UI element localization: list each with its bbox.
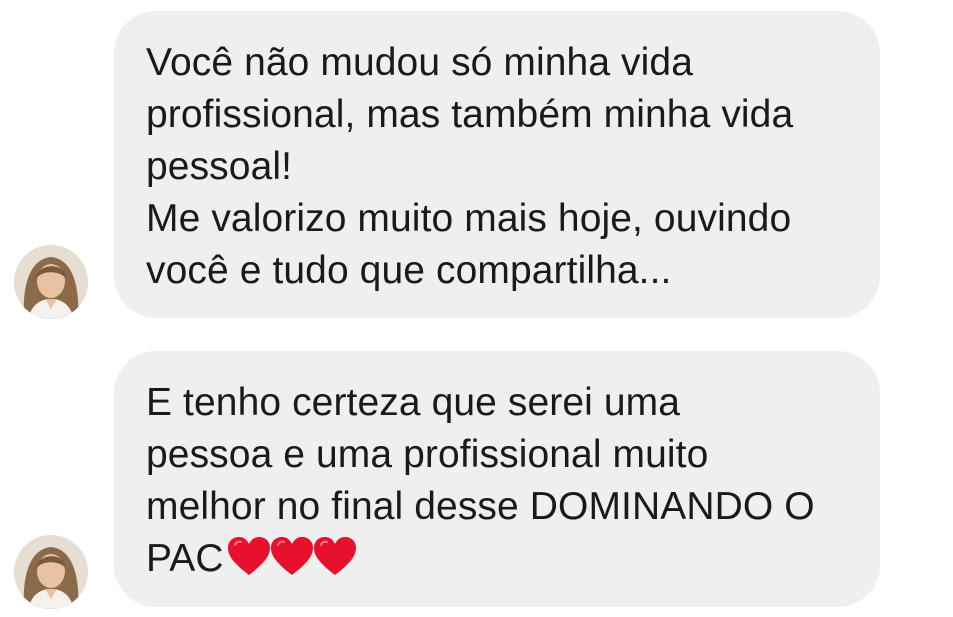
message-text-line: profissional, mas também minha vida	[146, 93, 794, 136]
message-text-line: Me valorizo muito mais hoje, ouvindo	[146, 197, 792, 240]
avatar[interactable]	[14, 535, 88, 609]
message-bubble[interactable]: E tenho certeza que serei uma pessoa e u…	[114, 351, 880, 607]
message-text-line: você e tudo que compartilha...	[146, 249, 672, 292]
heart-emoji-group	[226, 535, 356, 577]
user-photo-avatar-icon	[14, 245, 88, 319]
message-text-line: pessoa e uma profissional muito	[146, 433, 709, 476]
message-text-line-last: PAC	[146, 533, 848, 585]
heart-icon	[313, 537, 356, 575]
message-text: PAC	[146, 537, 224, 580]
user-photo-avatar-icon	[14, 535, 88, 609]
heart-icon	[270, 537, 313, 575]
heart-icon	[227, 537, 270, 575]
message-row: E tenho certeza que serei uma pessoa e u…	[0, 330, 953, 617]
message-row: Você não mudou só minha vida profissiona…	[0, 0, 953, 330]
avatar[interactable]	[14, 245, 88, 319]
message-text-line: Você não mudou só minha vida	[146, 41, 693, 84]
message-text-line: pessoal!	[146, 145, 293, 188]
message-text-line: melhor no final desse DOMINANDO O	[146, 485, 815, 528]
message-text-line: E tenho certeza que serei uma	[146, 381, 681, 424]
message-bubble[interactable]: Você não mudou só minha vida profissiona…	[114, 11, 880, 318]
